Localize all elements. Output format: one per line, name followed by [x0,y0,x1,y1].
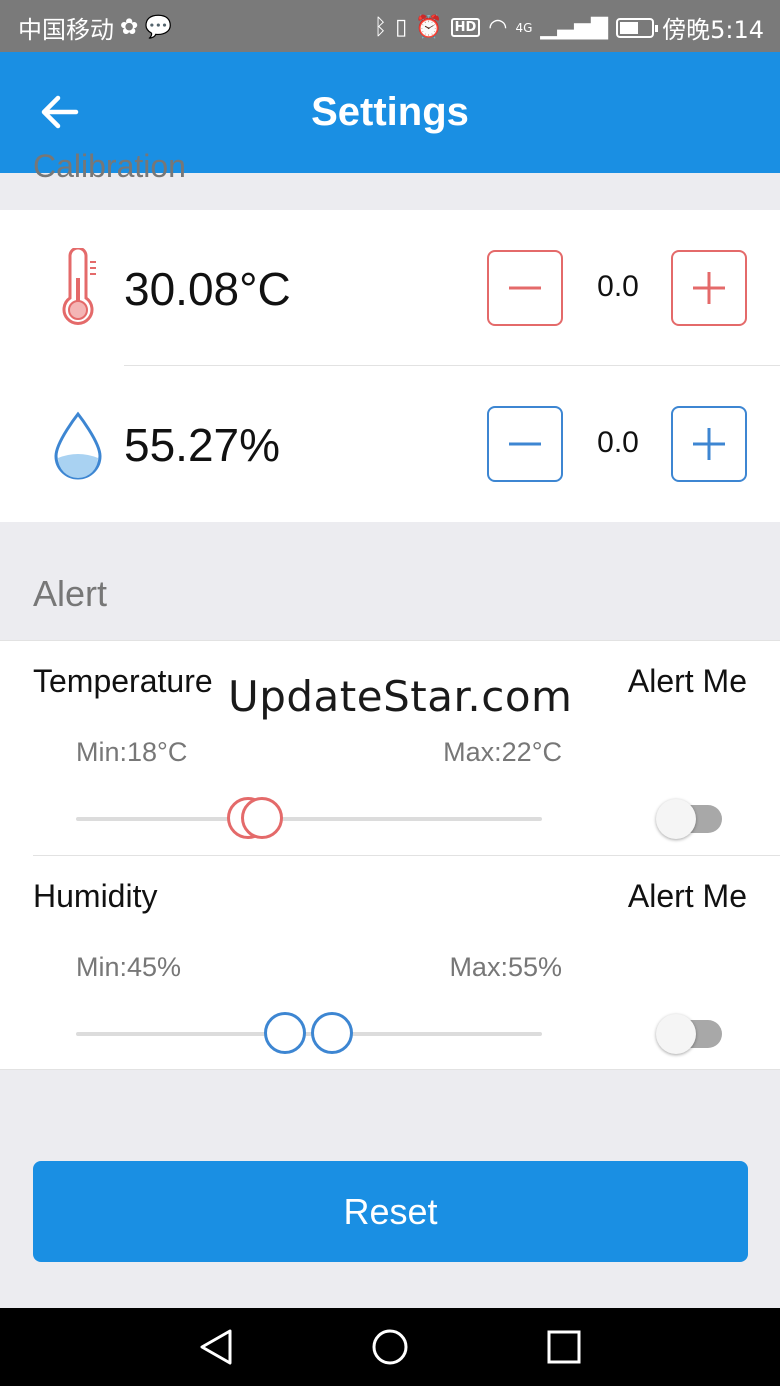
temperature-max-thumb[interactable] [241,797,283,839]
humidity-alert-me-label: Alert Me [627,878,747,914]
temperature-increase-button[interactable] [671,250,747,326]
temperature-alert-me-label: Alert Me [627,663,747,699]
app-notification-icon: ✿ [120,15,139,40]
toggle-knob [656,1014,696,1054]
plus-icon [693,272,725,304]
humidity-calibration-row: 55.27% 0.0 [0,366,780,522]
nav-home-icon[interactable] [370,1327,410,1367]
system-navigation-bar [0,1308,780,1386]
humidity-min-thumb[interactable] [264,1012,306,1054]
temperature-alert-toggle[interactable] [656,799,722,839]
temperature-decrease-button[interactable] [487,250,563,326]
water-drop-icon [54,411,102,480]
status-right: ᛒ ▯ ⏰ HD ◠ 4G ▁▃▅▇ 傍晚5:14 [374,10,764,45]
humidity-alert-toggle[interactable] [656,1014,722,1054]
minus-icon [509,442,541,446]
status-left: 中国移动 ✿ 💬 [18,10,172,45]
humidity-alert-section: Humidity Alert Me Min:45% Max:55% [0,856,780,1071]
humidity-min-label: Min:45% [76,952,182,982]
hd-badge: HD [450,18,481,37]
temperature-alert-label: Temperature [33,663,213,699]
page-title: Settings [311,90,469,134]
nav-recents-icon[interactable] [544,1327,584,1367]
calibration-card: 30.08°C 0.0 55.27% 0.0 [0,210,780,522]
battery-icon [616,17,659,38]
humidity-max-thumb[interactable] [311,1012,353,1054]
temperature-min-label: Min:18°C [76,737,188,767]
vibrate-icon: ▯ [395,15,408,40]
nav-back-icon[interactable] [196,1327,236,1367]
reset-button[interactable]: Reset [33,1161,748,1262]
humidity-decrease-button[interactable] [487,406,563,482]
toggle-knob [656,799,696,839]
humidity-max-label: Max:55% [449,952,562,982]
temperature-offset: 0.0 [597,270,639,303]
signal-icon: ▁▃▅▇ [540,15,609,40]
plus-icon [693,428,725,460]
alert-section-title: Alert [33,573,108,614]
temperature-calibration-row: 30.08°C 0.0 [0,210,780,366]
humidity-offset: 0.0 [597,426,639,459]
humidity-range-slider[interactable] [76,1032,542,1036]
humidity-increase-button[interactable] [671,406,747,482]
calibration-section-title: Calibration [33,148,186,184]
status-bar: 中国移动 ✿ 💬 ᛒ ▯ ⏰ HD ◠ 4G ▁▃▅▇ 傍晚5:14 [0,0,780,52]
watermark-text: UpdateStar.com [228,672,573,721]
wifi-icon: ◠ [488,15,508,40]
temperature-max-label: Max:22°C [443,737,562,767]
carrier-name: 中国移动 [18,16,114,44]
thermometer-icon [62,248,96,325]
humidity-alert-label: Humidity [33,878,158,914]
chat-notification-icon: 💬 [144,15,172,40]
humidity-reading: 55.27% [124,419,281,471]
alarm-icon: ⏰ [415,15,443,40]
network-type: 4G [515,20,533,35]
bluetooth-icon: ᛒ [373,15,388,40]
clock: 傍晚5:14 [662,16,764,44]
temperature-range-slider[interactable] [76,817,542,821]
temperature-reading: 30.08°C [124,263,291,315]
minus-icon [509,286,541,290]
